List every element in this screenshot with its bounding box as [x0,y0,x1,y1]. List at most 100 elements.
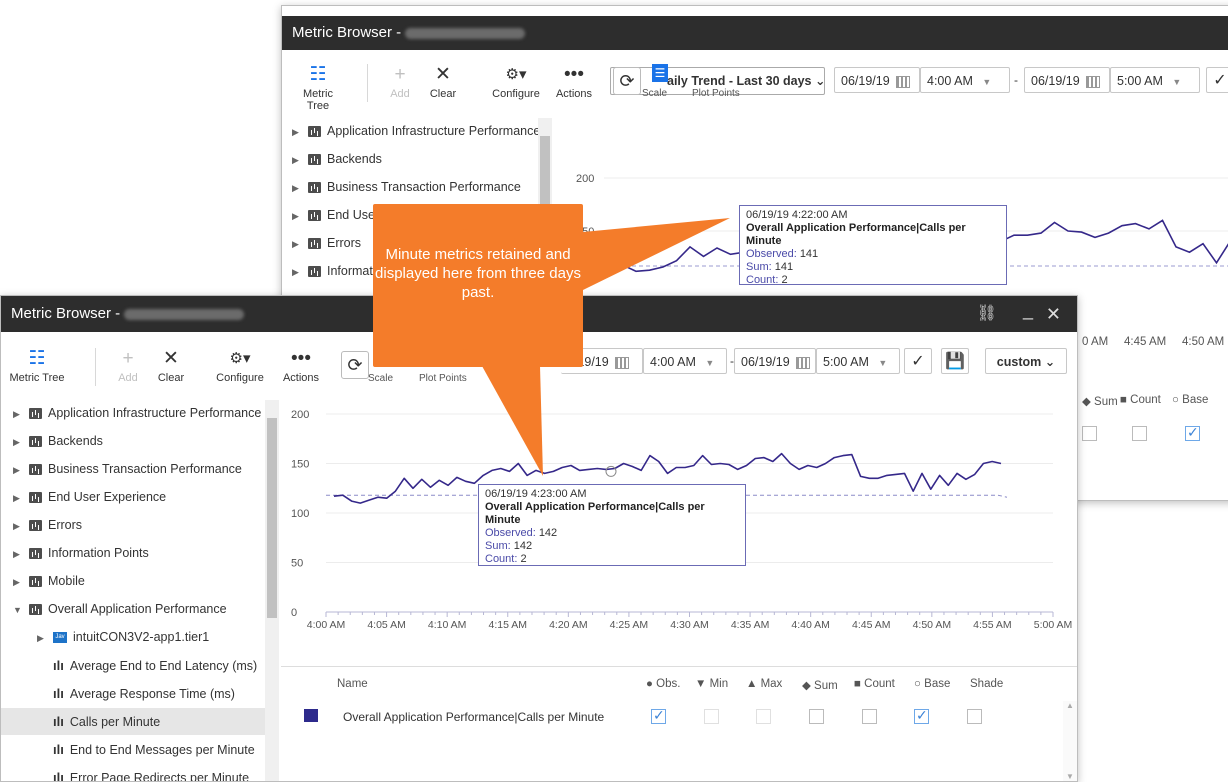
back-actions-button[interactable]: ••• Actions [554,64,594,100]
folder-icon [308,182,321,194]
back-add-button[interactable]: + Add [385,64,415,100]
expand-arrow-icon[interactable]: ▶ [292,259,302,286]
max-checkbox[interactable] [756,709,771,724]
scroll-thumb[interactable] [267,418,277,618]
clear-button[interactable]: ✕ Clear [154,348,188,384]
tree-item-label: End User Experience [48,490,167,504]
minimize-icon[interactable]: _ [1023,296,1033,328]
expand-arrow-icon[interactable]: ▶ [292,119,302,146]
chevron-down-icon: ⌄ [1044,355,1056,369]
expand-arrow-icon[interactable]: ▶ [13,513,23,540]
back-end-date[interactable]: 06/19/19 [1024,67,1110,93]
metric-tree-button[interactable]: ☷ Metric Tree [9,348,65,384]
x-tick-label: 4:25 AM [610,619,649,631]
metric-bars-icon: ılı [53,658,64,673]
collapse-arrow-icon[interactable]: ▼ [13,597,23,624]
y-tick-label: 0 [291,607,297,619]
x-tick-label: 4:10 AM [428,619,467,631]
folder-icon [29,408,42,420]
expand-arrow-icon[interactable]: ▶ [292,175,302,202]
legend-row[interactable]: Overall Application Performance|Calls pe… [281,701,1063,735]
x-tick-label: 4:35 AM [731,619,770,631]
add-button[interactable]: + Add [113,348,143,384]
legend-row-name: Overall Application Performance|Calls pe… [343,710,605,724]
back-tree-item[interactable]: ▶ Backends [282,146,552,173]
toolbar-separator [95,348,96,386]
tooltip-count: 2 [781,274,788,286]
tree-item[interactable]: ılı End to End Messages per Minute [1,736,265,763]
base-checkbox[interactable] [914,707,929,724]
link-icon[interactable]: ⛓ [977,296,997,332]
actions-button[interactable]: ••• Actions [281,348,321,384]
tooltip-time: 06/19/19 4:23:00 AM [485,488,587,500]
back-refresh-icon[interactable]: ⟳ [613,67,641,95]
shade-checkbox[interactable] [967,709,982,724]
tree-item-label: Application Infrastructure Performance [327,124,541,138]
count-checkbox[interactable] [862,709,877,724]
tree-icon: ☷ [28,348,46,369]
tree-item[interactable]: ılı Calls per Minute [1,708,265,735]
sum-checkbox[interactable] [809,709,824,724]
back-end-time[interactable]: 5:00 AM ▼ [1110,67,1200,93]
expand-arrow-icon[interactable]: ▶ [37,625,47,652]
scroll-up-icon[interactable]: ▲ [1066,701,1074,710]
back-count-checkbox[interactable] [1132,426,1147,441]
start-time[interactable]: 4:00 AM ▼ [643,348,727,374]
tree-item[interactable]: ılı Average End to End Latency (ms) [1,652,265,679]
time-range-dropdown[interactable]: custom ⌄ [985,348,1067,374]
obs-checkbox[interactable] [651,707,666,724]
caret-down-icon: ▼ [982,77,992,87]
back-tree-item[interactable]: ▶ Business Transaction Performance [282,174,552,201]
tree-icon: ☷ [309,64,327,85]
tooltip-sum: 141 [774,261,794,273]
tree-item[interactable]: ▶ Business Transaction Performance [1,456,265,483]
back-legend-count: ■ Count [1120,394,1161,406]
x-tick-label: 4:55 AM [973,619,1012,631]
end-date[interactable]: 06/19/19 [734,348,816,374]
end-time[interactable]: 5:00 AM ▼ [816,348,900,374]
min-checkbox[interactable] [704,709,719,724]
back-sum-checkbox[interactable] [1082,426,1097,441]
tree-item[interactable]: ▶ Jav intuitCON3V2-app1.tier1 [1,624,265,651]
tree-item-label: Information Points [48,546,149,560]
back-configure-button[interactable]: ⚙▾ Configure [492,64,540,100]
tree-scrollbar[interactable] [265,400,279,781]
tree-item[interactable]: ▼ Overall Application Performance [1,596,265,623]
back-clear-button[interactable]: ✕ Clear [426,64,460,100]
save-icon[interactable]: 💾 [941,348,969,374]
back-start-date[interactable]: 06/19/19 [834,67,920,93]
folder-icon [29,576,42,588]
expand-arrow-icon[interactable]: ▶ [13,457,23,484]
apply-icon[interactable]: ✓ [904,348,932,374]
tree-item[interactable]: ılı Error Page Redirects per Minute [1,764,265,781]
tree-item[interactable]: ▶ Mobile [1,568,265,595]
expand-arrow-icon[interactable]: ▶ [13,569,23,596]
expand-arrow-icon[interactable]: ▶ [13,401,23,428]
expand-arrow-icon[interactable]: ▶ [13,429,23,456]
expand-arrow-icon[interactable]: ▶ [13,485,23,512]
expand-arrow-icon[interactable]: ▶ [13,541,23,568]
list-icon[interactable]: ☰ [652,64,668,82]
tree-item[interactable]: ▶ Application Infrastructure Performance [1,400,265,427]
configure-button[interactable]: ⚙▾ Configure [215,348,265,384]
back-apply-icon[interactable]: ✓ [1206,67,1228,93]
close-window-icon[interactable]: ✕ [1046,296,1061,332]
expand-arrow-icon[interactable]: ▶ [292,231,302,258]
close-icon: ✕ [163,348,179,369]
y-tick-label: 50 [291,558,303,570]
tree-item-label: Backends [48,434,103,448]
back-start-time[interactable]: 4:00 AM ▼ [920,67,1010,93]
tree-item[interactable]: ▶ Backends [1,428,265,455]
tree-item[interactable]: ılı Average Response Time (ms) [1,680,265,707]
back-plot-points-label: Plot Points [692,88,740,99]
back-tree-item[interactable]: ▶ Application Infrastructure Performance [282,118,552,145]
expand-arrow-icon[interactable]: ▶ [292,203,302,230]
tree-item[interactable]: ▶ Information Points [1,540,265,567]
back-base-checkbox[interactable] [1185,424,1200,441]
tree-item[interactable]: ▶ Errors [1,512,265,539]
refresh-icon[interactable]: ⟳ [341,351,369,379]
back-metric-tree-button[interactable]: ☷ Metric Tree [292,64,344,112]
legend-scrollbar[interactable]: ▲ ▼ [1063,701,1077,781]
tree-item[interactable]: ▶ End User Experience [1,484,265,511]
expand-arrow-icon[interactable]: ▶ [292,147,302,174]
